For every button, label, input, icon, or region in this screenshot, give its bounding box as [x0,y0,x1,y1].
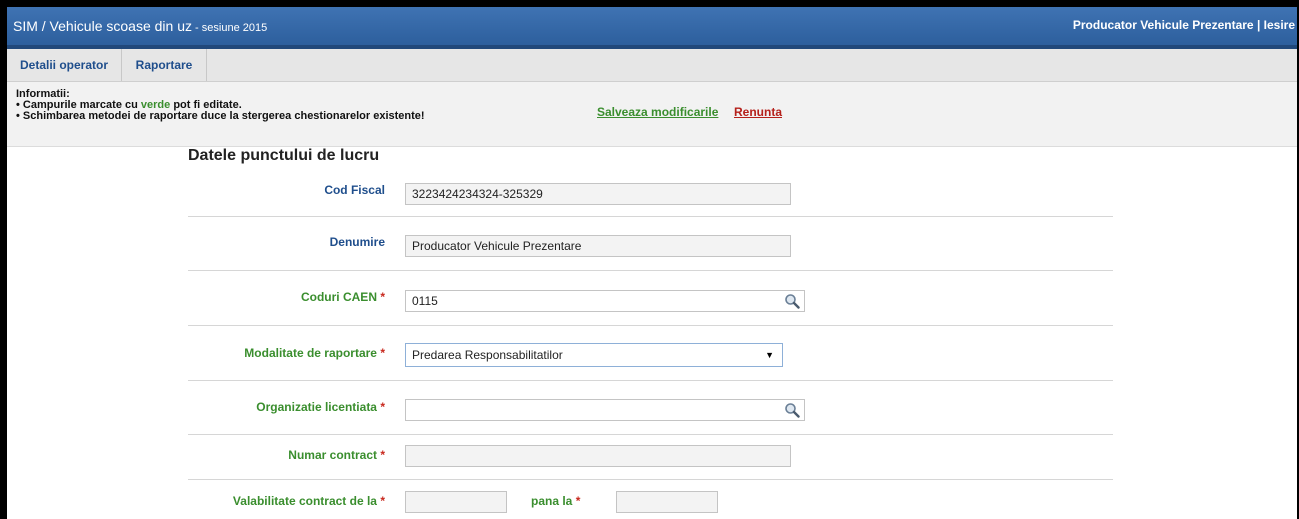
cod-fiscal-field[interactable]: 3223424234324-325329 [405,183,791,205]
row-modalitate: Modalitate de raportare * Predarea Respo… [188,325,1113,381]
section-title: Datele punctului de lucru [188,147,380,164]
row-coduri-caen: Coduri CAEN * 0115 [188,270,1113,326]
tab-bar: Detalii operator Raportare [7,49,1297,82]
numar-contract-label-text: Numar contract [288,448,377,462]
row-numar-contract: Numar contract * [188,434,1113,480]
modalitate-select[interactable]: Predarea Responsabilitatilor ▼ [405,343,783,367]
app-window: SIM / Vehicule scoase din uz - sesiune 2… [7,7,1297,519]
tab-raportare[interactable]: Raportare [122,49,207,81]
info-panel: Informatii: • Campurile marcate cu verde… [7,82,1297,147]
coduri-caen-label-text: Coduri CAEN [300,290,377,304]
denumire-field[interactable]: Producator Vehicule Prezentare [405,235,791,257]
session-label: - sesiune 2015 [192,22,268,34]
modalitate-label: Modalitate de raportare * [244,346,385,360]
valabilitate-end-field[interactable] [616,491,718,513]
row-cod-fiscal: Cod Fiscal 3223424234324-325329 [188,173,1113,217]
dropdown-arrow-icon: ▼ [765,350,774,360]
denumire-label: Denumire [329,235,385,249]
modalitate-label-text: Modalitate de raportare [244,346,377,360]
cancel-link[interactable]: Renunta [734,105,782,119]
coduri-caen-field[interactable]: 0115 [405,290,805,312]
organizatie-field[interactable] [405,399,805,421]
logout-link[interactable]: Iesire [1264,18,1295,32]
coduri-caen-label: Coduri CAEN * [301,290,385,304]
app-title-text: SIM / Vehicule scoase din uz [13,18,192,34]
numar-contract-field[interactable] [405,445,791,467]
save-changes-link[interactable]: Salveaza modificarile [597,105,718,119]
organizatie-label-text: Organizatie licentiata [256,400,377,414]
required-mark: * [380,400,385,414]
valabilitate-label-text: Valabilitate contract de la [232,494,377,508]
row-valabilitate: Valabilitate contract de la * pana la * [188,479,1113,519]
user-area: Producator Vehicule Prezentare | Iesire [1073,18,1295,32]
info-text: Informatii: • Campurile marcate cu verde… [16,89,425,122]
valabilitate-start-field[interactable] [405,491,507,513]
required-mark: * [380,290,385,304]
cod-fiscal-label: Cod Fiscal [324,183,385,197]
required-mark: * [380,346,385,360]
pana-la-label-text: pana la [531,494,573,508]
magnifier-icon[interactable] [784,402,800,418]
row-denumire: Denumire Producator Vehicule Prezentare [188,216,1113,271]
row-organizatie: Organizatie licentiata * [188,380,1113,435]
required-mark: * [380,494,385,508]
title-bar: SIM / Vehicule scoase din uz - sesiune 2… [7,7,1297,49]
info-line-2: • Schimbarea metodei de raportare duce l… [16,110,425,122]
coduri-caen-value: 0115 [412,294,438,308]
form-area: Datele punctului de lucru Cod Fiscal 322… [7,146,1297,519]
numar-contract-label: Numar contract * [288,448,385,462]
pana-la-label: pana la * [531,494,580,508]
organizatie-label: Organizatie licentiata * [256,400,385,414]
magnifier-icon[interactable] [784,293,800,309]
tab-detalii-operator[interactable]: Detalii operator [7,49,122,81]
user-separator: | [1253,18,1264,32]
app-title: SIM / Vehicule scoase din uz - sesiune 2… [13,18,267,34]
user-name: Producator Vehicule Prezentare [1072,18,1254,32]
required-mark: * [380,448,385,462]
valabilitate-label: Valabilitate contract de la * [233,494,385,508]
modalitate-selected-value: Predarea Responsabilitatilor [412,348,563,362]
required-mark: * [575,494,581,508]
